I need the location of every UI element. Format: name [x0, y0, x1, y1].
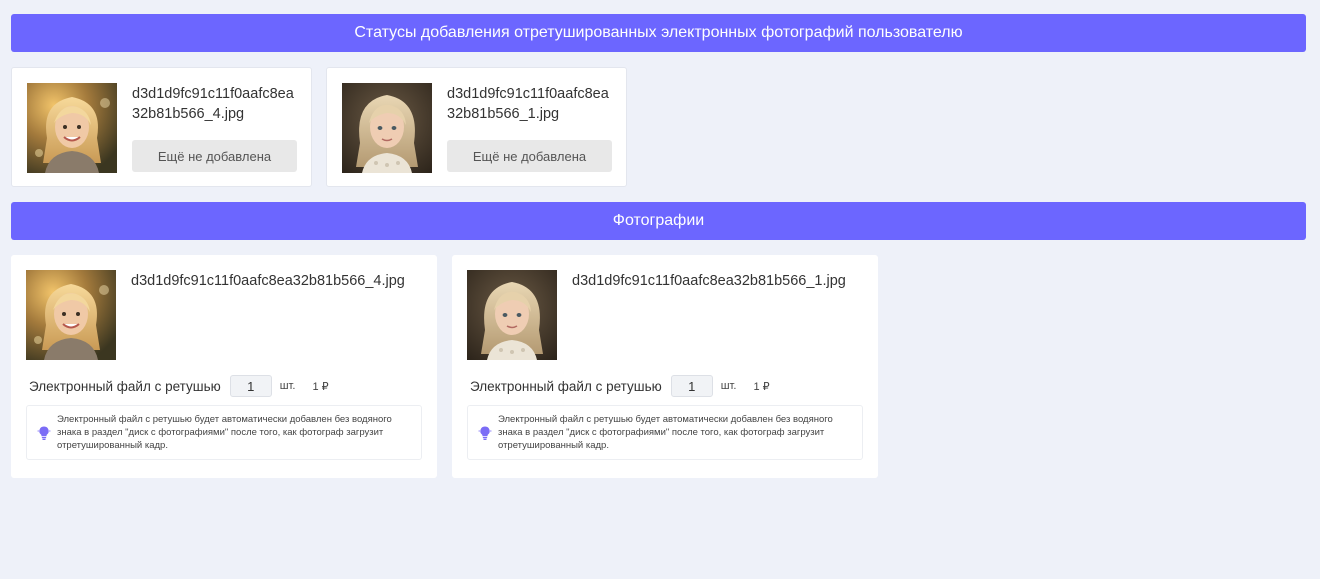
- product-row: Электронный файл с ретушью шт. 1 ₽: [470, 375, 770, 397]
- status-card: d3d1d9fc91c11f0aafc8ea32b81b566_1.jpg Ещ…: [326, 67, 627, 187]
- status-card-filename: d3d1d9fc91c11f0aafc8ea32b81b566_4.jpg: [132, 86, 294, 122]
- status-card-filename: d3d1d9fc91c11f0aafc8ea32b81b566_1.jpg: [447, 86, 609, 122]
- photo-thumbnail[interactable]: [27, 83, 117, 173]
- product-label: Электронный файл с ретушью: [29, 378, 221, 394]
- product-row: Электронный файл с ретушью шт. 1 ₽: [29, 375, 329, 397]
- info-note: Электронный файл с ретушью будет автомат…: [467, 405, 863, 460]
- status-section-header: Статусы добавления отретушированных элек…: [11, 14, 1306, 52]
- photo-card-filename: d3d1d9fc91c11f0aafc8ea32b81b566_4.jpg: [131, 273, 405, 289]
- info-note: Электронный файл с ретушью будет автомат…: [26, 405, 422, 460]
- photo-thumbnail[interactable]: [342, 83, 432, 173]
- photo-card-filename: d3d1d9fc91c11f0aafc8ea32b81b566_1.jpg: [572, 273, 846, 289]
- photos-section-title: Фотографии: [612, 212, 705, 229]
- lightbulb-icon: [478, 425, 492, 441]
- photo-card: d3d1d9fc91c11f0aafc8ea32b81b566_4.jpg Эл…: [11, 255, 437, 478]
- quantity-input[interactable]: [670, 375, 713, 397]
- product-label: Электронный файл с ретушью: [470, 378, 662, 394]
- unit-label: шт.: [279, 380, 296, 392]
- unit-label: шт.: [720, 380, 737, 392]
- info-note-text: Электронный файл с ретушью будет автомат…: [498, 414, 833, 451]
- quantity-input[interactable]: [229, 375, 272, 397]
- status-button[interactable]: Ещё не добавлена: [447, 140, 612, 172]
- info-note-text: Электронный файл с ретушью будет автомат…: [57, 414, 392, 451]
- status-button[interactable]: Ещё не добавлена: [132, 140, 297, 172]
- price-label: 1 ₽: [312, 380, 329, 393]
- price-label: 1 ₽: [753, 380, 770, 393]
- status-section-title: Статусы добавления отретушированных элек…: [354, 24, 963, 41]
- photo-thumbnail[interactable]: [467, 270, 557, 360]
- photo-thumbnail[interactable]: [26, 270, 116, 360]
- photos-section-header: Фотографии: [11, 202, 1306, 240]
- status-card: d3d1d9fc91c11f0aafc8ea32b81b566_4.jpg Ещ…: [11, 67, 312, 187]
- photo-card: d3d1d9fc91c11f0aafc8ea32b81b566_1.jpg Эл…: [452, 255, 878, 478]
- lightbulb-icon: [37, 425, 51, 441]
